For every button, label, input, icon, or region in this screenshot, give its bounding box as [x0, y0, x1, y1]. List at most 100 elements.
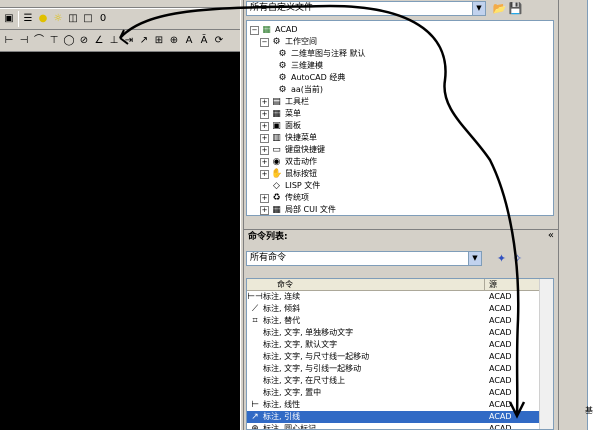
tree-node[interactable]: + ♻ 传统项	[260, 192, 309, 204]
expand-icon[interactable]: +	[260, 133, 269, 143]
dim-linear-icon[interactable]: ⊢	[3, 35, 15, 47]
command-name: 标注, 连续	[263, 292, 301, 301]
tree-node-label: 键盘快捷键	[285, 145, 325, 154]
tree-node[interactable]: + ◉ 双击动作	[260, 156, 317, 168]
tree-node[interactable]: + ▦ 菜单	[260, 108, 301, 120]
drawing-area[interactable]: ▣ ☰ ● ☼ ◫ □ 0 ⊢ ⊣ ⌒ ⊤ ◯ ⊘ ∠ ⊥ ⇥ ↗ ⊞ ⊕ A …	[0, 0, 240, 430]
chevron-down-icon[interactable]: ▼	[472, 2, 485, 15]
command-row[interactable]: 标注, 文字, 与引线一起移动 ACAD	[247, 363, 553, 375]
expand-icon[interactable]: +	[260, 169, 269, 179]
dim-diameter-icon[interactable]: ⊘	[78, 35, 90, 47]
command-filter-dropdown[interactable]: 所有命令 ▼	[246, 251, 482, 266]
command-row[interactable]: 标注, 文字, 与尺寸线一起移动 ACAD	[247, 351, 553, 363]
tree-node[interactable]: ⚙ aa(当前)	[277, 84, 323, 96]
tree-node[interactable]: ◇ LISP 文件	[271, 180, 320, 192]
dim-tolerance-icon[interactable]: ⊞	[153, 35, 165, 47]
command-list[interactable]: 命令 源 ⊢⊣ 标注, 连续 ACAD ⟋ 标注, 倾斜 ACAD ⌗ 标注, 替代 ACAD 标…	[246, 278, 554, 430]
command-row[interactable]: 标注, 文字, 在尺寸线上 ACAD	[247, 375, 553, 387]
command-name: 标注, 圆心标记	[263, 424, 317, 430]
shortcut-menu-icon: ▥	[272, 132, 281, 143]
command-row[interactable]: ⌗ 标注, 替代 ACAD	[247, 315, 553, 327]
command-icon	[247, 351, 263, 363]
expand-icon[interactable]: +	[260, 157, 269, 167]
command-name: 标注, 文字, 单独移动文字	[263, 328, 354, 337]
dim-leader-icon[interactable]: ↗	[138, 35, 150, 47]
command-source: ACAD	[489, 364, 512, 373]
tree-node[interactable]: + ▭ 键盘快捷键	[260, 144, 325, 156]
layers-icon[interactable]: ☰	[22, 13, 34, 25]
command-row[interactable]: ⊢⊣ 标注, 连续 ACAD	[247, 291, 553, 303]
save-icon[interactable]: 💾	[508, 1, 523, 16]
command-icon	[247, 387, 263, 399]
dim-aligned-icon[interactable]: ⊣	[18, 35, 30, 47]
tree-node-label: 双击动作	[285, 157, 317, 166]
tree-node-label: 鼠标按钮	[285, 169, 317, 178]
dim-center-icon[interactable]: ⊕	[168, 35, 180, 47]
customization-tree[interactable]: − ▦ ACAD − ⚙ 工作空间 ⚙ 二维草图与注释 默认 ⚙ 三维建模 ⚙ AutoCAD …	[246, 20, 554, 216]
command-icon: ⌗	[252, 316, 258, 326]
command-source: ACAD	[489, 328, 512, 337]
command-row[interactable]: ⊕ 标注, 圆心标记 ACAD	[247, 423, 553, 430]
bulb-icon[interactable]: ●	[37, 13, 49, 25]
load-file-icon[interactable]: 📂	[492, 1, 507, 16]
tree-node[interactable]: − ⚙ 工作空间	[260, 36, 317, 48]
dim-arc-icon[interactable]: ⌒	[33, 35, 45, 47]
tree-node[interactable]: ⚙ 三维建模	[277, 60, 323, 72]
dim-angular-icon[interactable]: ∠	[93, 35, 105, 47]
command-source: ACAD	[489, 352, 512, 361]
command-row[interactable]: 标注, 文字, 置中 ACAD	[247, 387, 553, 399]
collapse-icon[interactable]: −	[250, 25, 259, 35]
zero-layer-icon[interactable]: 0	[97, 13, 109, 25]
mouse-icon: ✋	[271, 168, 283, 179]
tree-node[interactable]: + ▤ 工具栏	[260, 96, 309, 108]
chevron-down-icon[interactable]: ▼	[468, 252, 481, 265]
command-row[interactable]: ↗ 标注, 引线 ACAD	[247, 411, 553, 423]
collapse-panel-icon[interactable]: «	[548, 229, 554, 243]
scrollbar[interactable]	[539, 279, 553, 429]
column-source[interactable]: 源	[485, 279, 497, 290]
command-row[interactable]: ⟋ 标注, 倾斜 ACAD	[247, 303, 553, 315]
tree-node[interactable]: ⚙ 二维草图与注释 默认	[277, 48, 366, 60]
dim-ordinate-icon[interactable]: ⊤	[48, 35, 60, 47]
toolbar-dimension: ⊢ ⊣ ⌒ ⊤ ◯ ⊘ ∠ ⊥ ⇥ ↗ ⊞ ⊕ A Ā ⟳	[0, 30, 240, 52]
tree-node[interactable]: + ▥ 快捷菜单	[260, 132, 317, 144]
new-command-icon[interactable]: ✦	[494, 251, 509, 266]
expand-icon[interactable]: +	[260, 109, 269, 119]
collapse-icon[interactable]: −	[260, 37, 269, 47]
sun-icon[interactable]: ☼	[52, 13, 64, 25]
color-swatch-icon[interactable]: □	[82, 13, 94, 25]
tree-node-label: 三维建模	[291, 61, 323, 70]
expand-icon[interactable]: +	[260, 121, 269, 131]
command-list-columns: 命令 源	[247, 279, 553, 291]
dim-continue-icon[interactable]: ⇥	[123, 35, 135, 47]
command-row[interactable]: 标注, 文字, 默认文字 ACAD	[247, 339, 553, 351]
dim-edit-icon[interactable]: A	[183, 35, 195, 47]
expand-icon[interactable]: +	[260, 97, 269, 107]
dim-update-icon[interactable]: ⟳	[213, 35, 225, 47]
command-row[interactable]: ⊢ 标注, 线性 ACAD	[247, 399, 553, 411]
command-rows: ⊢⊣ 标注, 连续 ACAD ⟋ 标注, 倾斜 ACAD ⌗ 标注, 替代 ACAD 标注, 文字…	[247, 291, 553, 430]
command-name: 标注, 文字, 与引线一起移动	[263, 364, 362, 373]
customization-file-dropdown[interactable]: 所有自定义文件 ▼	[246, 1, 486, 16]
tree-node-label: 二维草图与注释 默认	[291, 49, 366, 58]
tree-node[interactable]: + ▣ 面板	[260, 120, 301, 132]
dim-baseline-icon[interactable]: ⊥	[108, 35, 120, 47]
find-command-icon[interactable]: ✧	[510, 251, 525, 266]
command-icon: ⊢	[251, 400, 259, 410]
command-icon: ⊢⊣	[247, 292, 263, 302]
lock-icon[interactable]: ◫	[67, 13, 79, 25]
expand-icon[interactable]: +	[260, 205, 269, 215]
tree-node[interactable]: + ✋ 鼠标按钮	[260, 168, 317, 180]
column-command[interactable]: 命令	[247, 279, 485, 290]
command-row[interactable]: 标注, 文字, 单独移动文字 ACAD	[247, 327, 553, 339]
dim-text-edit-icon[interactable]: Ā	[198, 35, 210, 47]
tree-node[interactable]: + ▦ 局部 CUI 文件	[260, 204, 336, 215]
tree-node[interactable]: ⚙ AutoCAD 经典	[277, 72, 345, 84]
command-source: ACAD	[489, 304, 512, 313]
gear-icon: ⚙	[278, 72, 287, 83]
layer-manager-icon[interactable]: ▣	[3, 13, 15, 25]
expand-icon[interactable]: +	[260, 145, 269, 155]
expand-icon[interactable]: +	[260, 193, 269, 203]
tree-node-root[interactable]: − ▦ ACAD	[250, 24, 298, 36]
dim-radius-icon[interactable]: ◯	[63, 35, 75, 47]
